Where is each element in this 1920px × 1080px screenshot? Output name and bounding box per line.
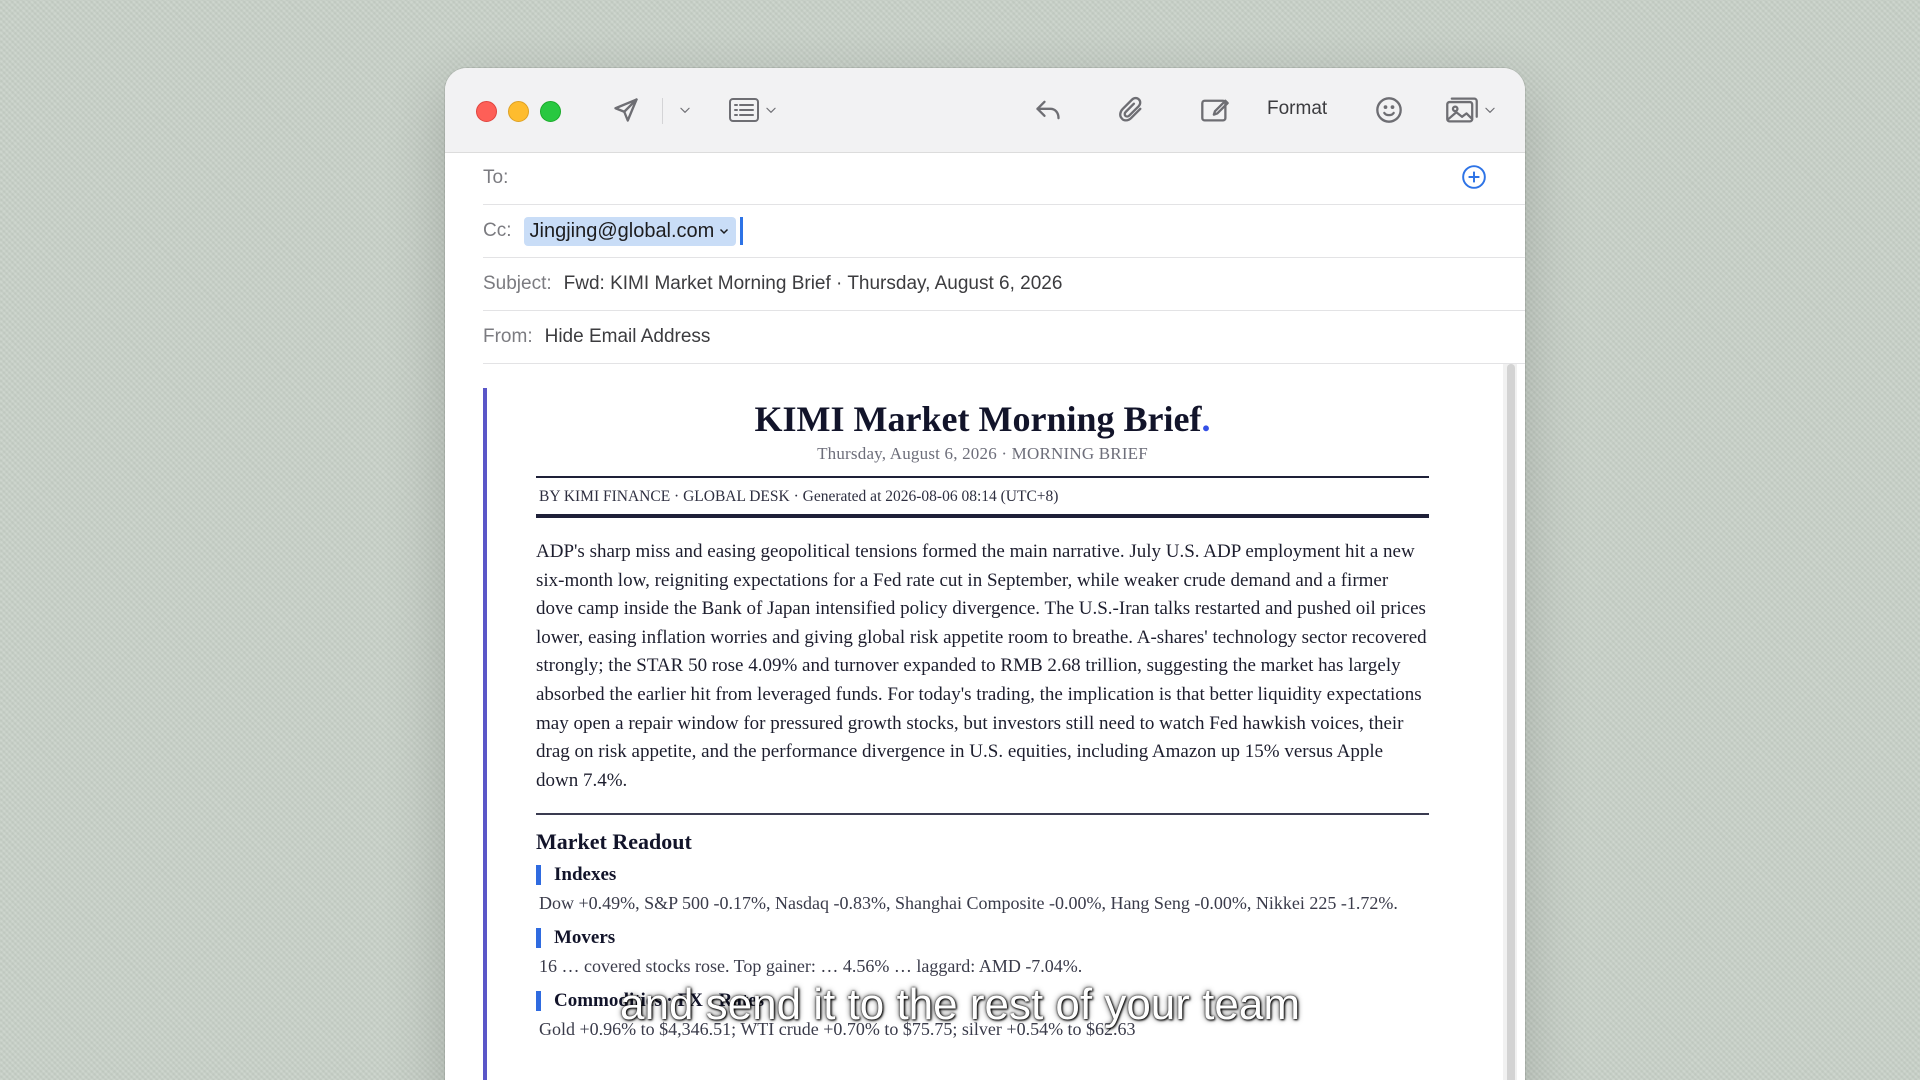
minimize-window-button[interactable]: [508, 101, 529, 122]
from-row[interactable]: From: Hide Email Address: [483, 311, 1525, 364]
scrollbar-thumb[interactable]: [1507, 364, 1515, 1080]
toolbar: Format: [445, 68, 1525, 153]
from-label: From:: [483, 326, 533, 347]
cc-row[interactable]: Cc: Jingjing@global.com: [483, 205, 1525, 258]
cc-label: Cc:: [483, 220, 512, 241]
to-row[interactable]: To:: [483, 152, 1525, 205]
attachment-icon[interactable]: [1113, 92, 1149, 128]
send-icon[interactable]: [608, 92, 644, 128]
markup-icon[interactable]: [1197, 92, 1233, 128]
subject-row[interactable]: Subject: Fwd: KIMI Market Morning Brief …: [483, 258, 1525, 311]
mail-compose-window: Format To: Cc: Jingjing@global.com Subje…: [445, 68, 1525, 1080]
newsletter-summary: ADP's sharp miss and easing geopolitical…: [536, 541, 1427, 791]
subject-label: Subject:: [483, 273, 552, 294]
quote-bar: [483, 388, 487, 1080]
toolbar-separator: [662, 98, 663, 124]
photo-browser-icon[interactable]: [1443, 92, 1499, 128]
emoji-icon[interactable]: [1371, 92, 1407, 128]
divider: [536, 514, 1429, 518]
movers-heading: Movers: [536, 928, 1429, 949]
cc-recipient-chip[interactable]: Jingjing@global.com: [523, 216, 737, 246]
from-field[interactable]: Hide Email Address: [545, 326, 711, 348]
add-contact-icon[interactable]: [1461, 164, 1487, 196]
indexes-text: Dow +0.49%, S&P 500 -0.17%, Nasdaq -0.83…: [539, 893, 1398, 914]
subject-field[interactable]: Fwd: KIMI Market Morning Brief · Thursda…: [564, 273, 1063, 295]
video-caption: and send it to the rest of your team: [620, 980, 1300, 1029]
cc-recipient: Jingjing@global.com: [529, 219, 715, 242]
chevron-down-icon[interactable]: [673, 92, 697, 128]
section-title: Market Readout: [536, 829, 692, 855]
close-window-button[interactable]: [476, 101, 497, 122]
format-button[interactable]: Format: [1267, 98, 1327, 120]
newsletter-date: Thursday, August 6, 2026 · MORNING BRIEF: [817, 444, 1148, 463]
forwarded-newsletter: KIMI Market Morning Brief. Thursday, Aug…: [536, 388, 1429, 1042]
newsletter-title: KIMI Market Morning Brief.: [754, 399, 1211, 439]
chevron-down-icon[interactable]: [718, 225, 730, 237]
movers-text: 16 … covered stocks rose. Top gainer: … …: [539, 956, 1083, 977]
reply-icon[interactable]: [1030, 92, 1066, 128]
to-label: To:: [483, 167, 509, 188]
text-cursor: [740, 217, 744, 245]
message-body[interactable]: KIMI Market Morning Brief. Thursday, Aug…: [483, 364, 1503, 1080]
header-fields-icon[interactable]: [725, 92, 781, 128]
newsletter-byline: BY KIMI FINANCE · GLOBAL DESK · Generate…: [539, 488, 1059, 505]
divider: [536, 813, 1429, 816]
indexes-heading: Indexes: [536, 865, 1429, 886]
scrollbar[interactable]: [1503, 364, 1517, 1080]
zoom-window-button[interactable]: [540, 101, 561, 122]
